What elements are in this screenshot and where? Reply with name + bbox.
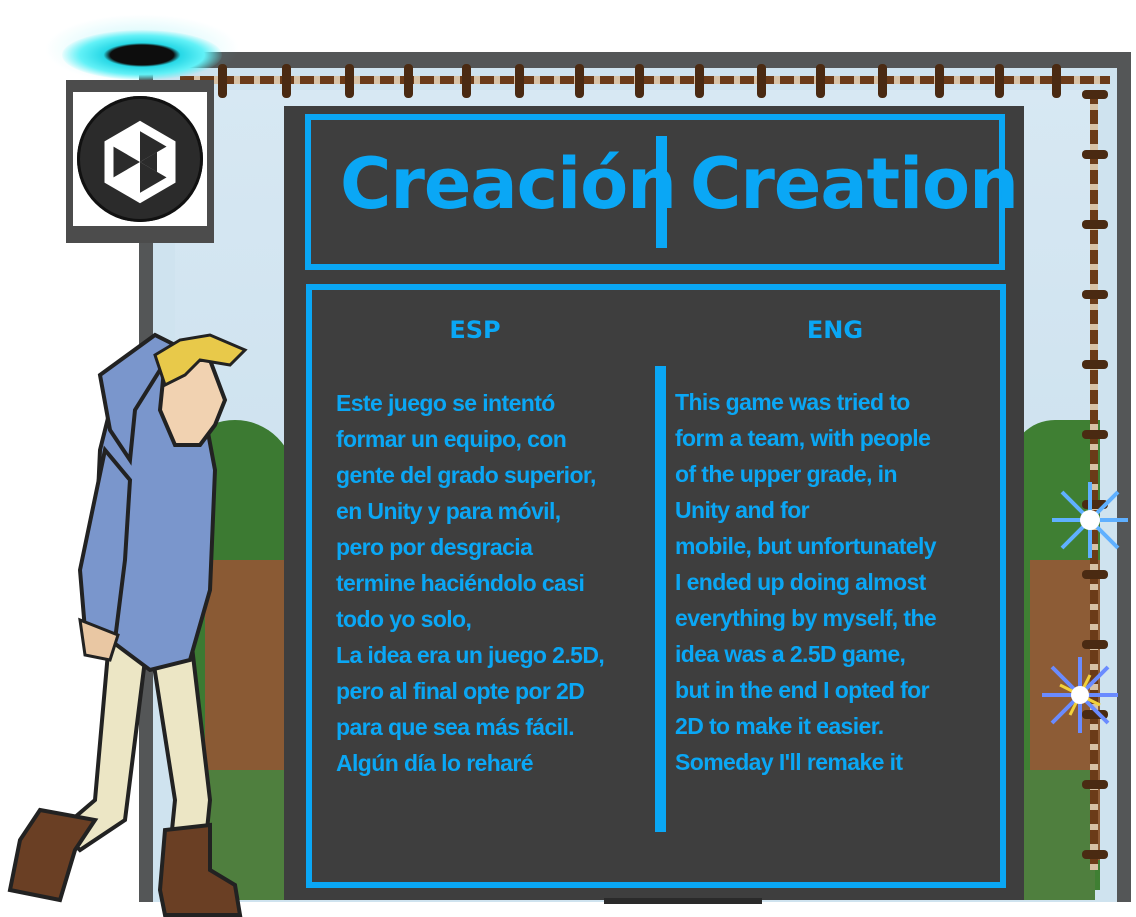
eng-line: Someday I'll remake it <box>675 749 903 775</box>
sparkle-icon <box>1042 657 1118 733</box>
eng-description: This game was tried to form a team, with… <box>675 384 995 784</box>
esp-line: pero al final opte por 2D <box>336 678 585 704</box>
rope-stake <box>1082 90 1108 99</box>
esp-line: para que sea más fácil. <box>336 714 575 740</box>
rope-stake <box>515 64 524 98</box>
rope-stake <box>1082 360 1108 369</box>
rope-stake <box>635 64 644 98</box>
rope-stake <box>878 64 887 98</box>
rope-stake <box>1082 780 1108 789</box>
rope-stake <box>935 64 944 98</box>
title-spanish: Creación <box>340 143 677 225</box>
esp-column-header: ESP <box>449 316 501 344</box>
rope-stake <box>462 64 471 98</box>
rope-stake <box>1082 290 1108 299</box>
rope-stake <box>695 64 704 98</box>
esp-line: Este juego se intentó <box>336 390 555 416</box>
eng-line: Unity and for <box>675 497 810 523</box>
esp-line: todo yo solo, <box>336 606 472 632</box>
eng-line: This game was tried to <box>675 389 910 415</box>
rope-stake <box>345 64 354 98</box>
eng-line: mobile, but unfortunately <box>675 533 937 559</box>
eng-line: everything by myself, the <box>675 605 937 631</box>
boy-character-icon <box>7 332 248 917</box>
rope-stake <box>1052 64 1061 98</box>
panel-bottom-tab <box>604 898 762 904</box>
rope-stake <box>1082 150 1108 159</box>
esp-description: Este juego se intentó formar un equipo, … <box>336 385 651 785</box>
eng-column-header: ENG <box>806 316 864 344</box>
column-divider <box>655 366 666 832</box>
esp-line: gente del grado superior, <box>336 462 596 488</box>
portal-icon <box>62 30 222 80</box>
rope-stake <box>1082 220 1108 229</box>
rope-stake <box>575 64 584 98</box>
eng-line: form a team, with people <box>675 425 931 451</box>
esp-line: Algún día lo reharé <box>336 750 534 776</box>
rope-stake <box>1082 640 1108 649</box>
rope-stake <box>816 64 825 98</box>
eng-line: but in the end I opted for <box>675 677 930 703</box>
rope-stake <box>404 64 413 98</box>
rope-stake <box>1082 430 1108 439</box>
eng-line: idea was a 2.5D game, <box>675 641 906 667</box>
rope-stake <box>1082 570 1108 579</box>
esp-line: termine haciéndolo casi <box>336 570 585 596</box>
eng-line: 2D to make it easier. <box>675 713 884 739</box>
esp-line: formar un equipo, con <box>336 426 567 452</box>
eng-line: of the upper grade, in <box>675 461 898 487</box>
esp-line: en Unity y para móvil, <box>336 498 561 524</box>
eng-line: I ended up doing almost <box>675 569 926 595</box>
esp-line: La idea era un juego 2.5D, <box>336 642 605 668</box>
rope-stake <box>757 64 766 98</box>
sparkle-icon <box>1052 482 1128 558</box>
esp-line: pero por desgracia <box>336 534 533 560</box>
rope-stake <box>995 64 1004 98</box>
rope-top <box>180 76 1110 84</box>
unity-logo-icon <box>104 120 176 204</box>
title-divider <box>656 136 667 248</box>
title-english: Creation <box>690 143 1019 225</box>
rope-stake <box>1082 850 1108 859</box>
rope-stake <box>282 64 291 98</box>
